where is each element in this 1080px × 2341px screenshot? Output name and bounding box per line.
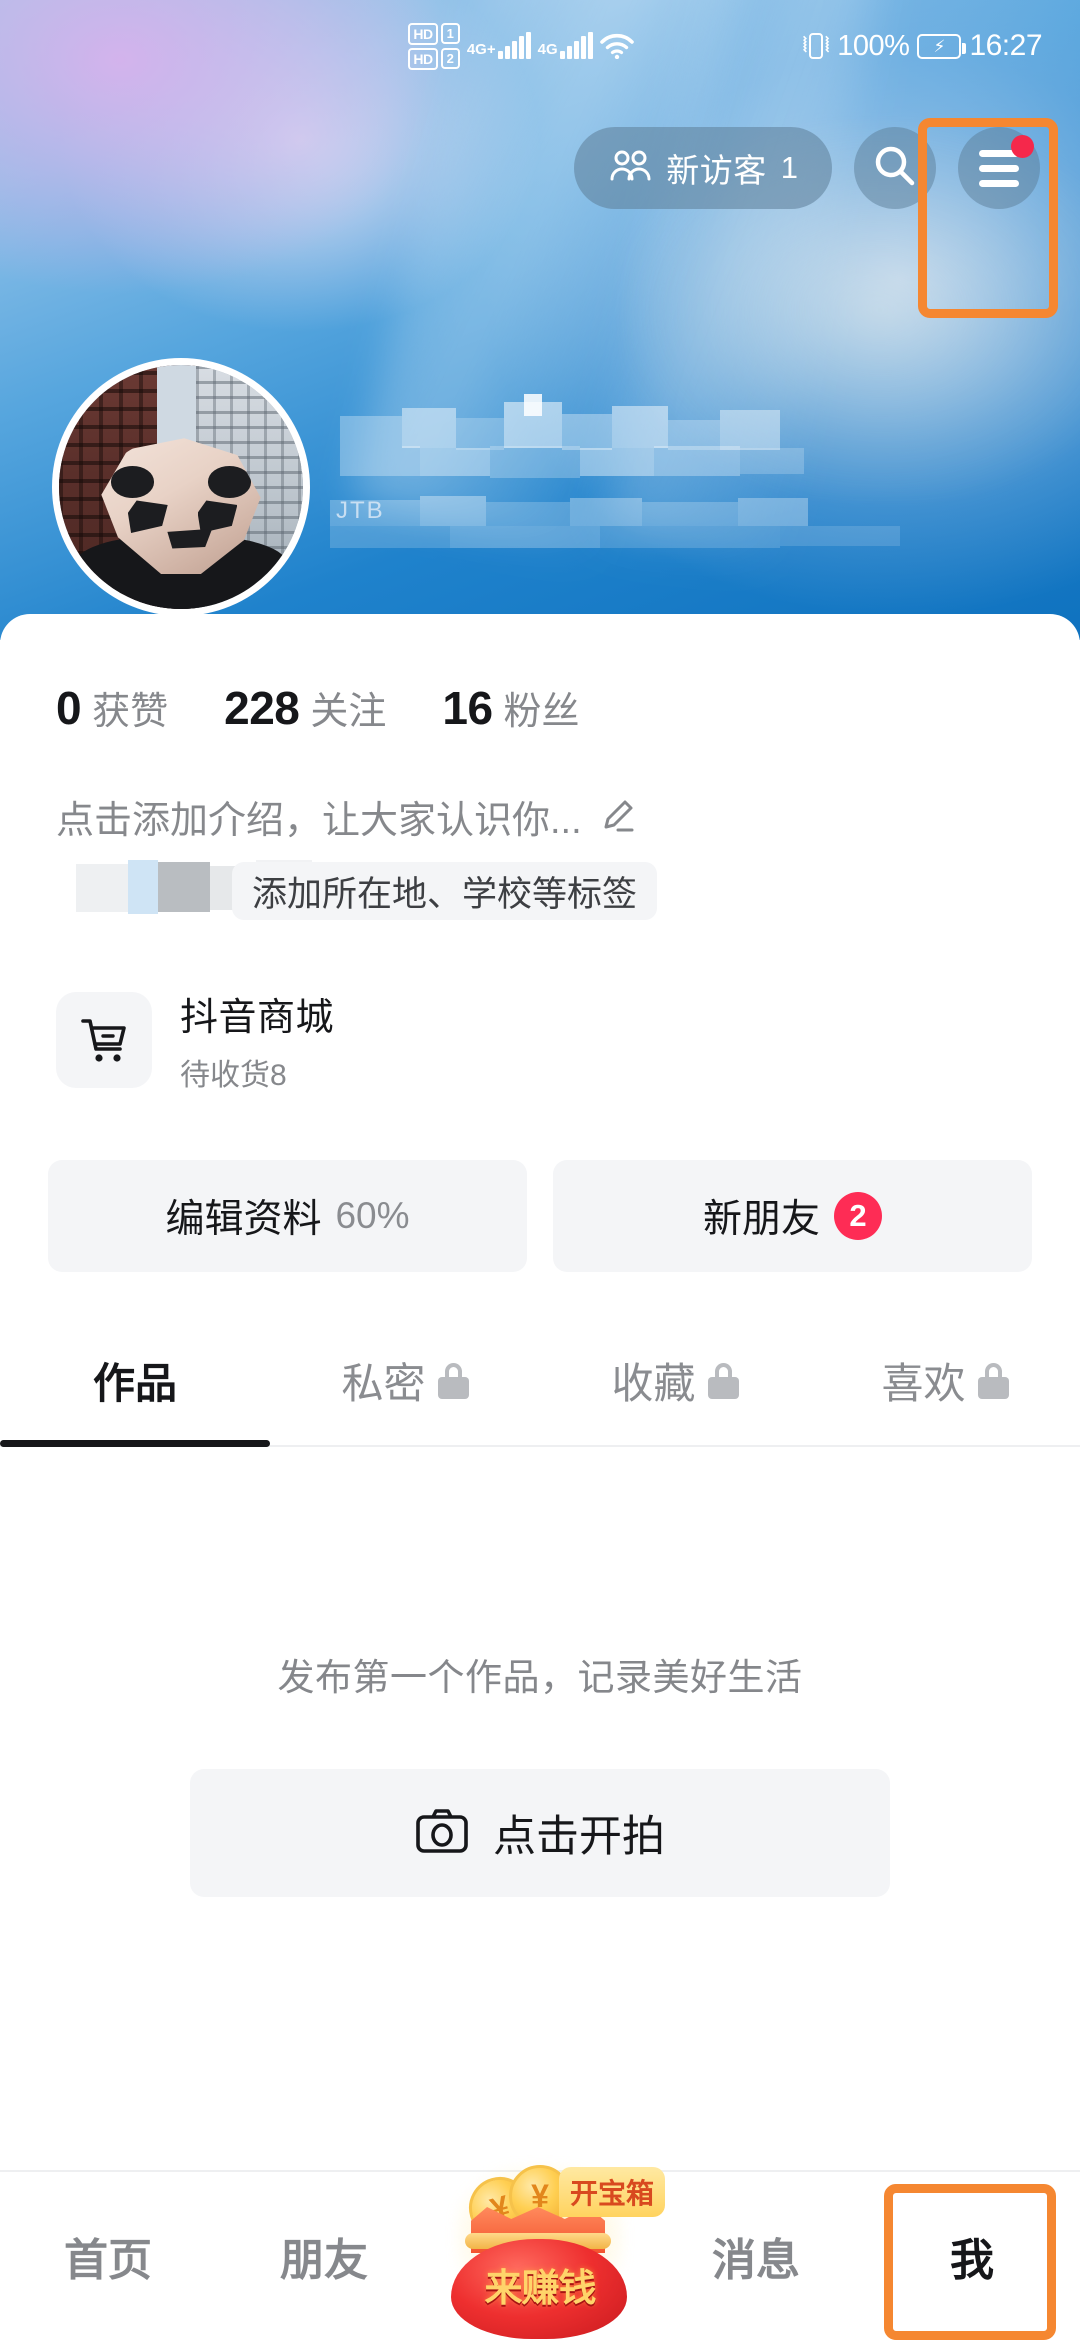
status-bar-clock: 16:27 xyxy=(969,29,1043,62)
user-id-fragment: JTB xyxy=(336,497,385,524)
network-type-sim2: 4G xyxy=(537,41,558,58)
stat-following-label: 关注 xyxy=(310,691,387,733)
search-button[interactable] xyxy=(854,127,936,209)
new-friends-button[interactable]: 新朋友 2 xyxy=(553,1160,1032,1272)
new-visitors-count: 1 xyxy=(780,150,798,185)
search-icon xyxy=(872,143,918,194)
stat-following-value: 228 xyxy=(224,682,300,734)
douyin-mall-subtitle: 待收货8 xyxy=(180,1059,287,1092)
douyin-mall-row[interactable]: 抖音商城 待收货8 xyxy=(0,924,1080,1094)
edit-profile-label: 编辑资料 xyxy=(165,1198,322,1241)
people-icon xyxy=(608,149,652,188)
pencil-icon xyxy=(598,797,638,837)
network-type-sim1: 4G+ xyxy=(466,41,496,58)
new-visitors-button[interactable]: 新访客 1 xyxy=(574,127,832,209)
bio-placeholder-text: 点击添加介绍，让大家认识你... xyxy=(56,800,582,842)
sim2-indicator: 2 xyxy=(440,48,460,69)
username-redacted xyxy=(340,394,900,486)
empty-state: 发布第一个作品，记录美好生活 点击开拍 xyxy=(0,1647,1080,1897)
edit-profile-percent: 60% xyxy=(335,1195,410,1236)
tab-works-label: 作品 xyxy=(92,1360,177,1407)
avatar[interactable] xyxy=(52,358,310,616)
avatar-image xyxy=(59,365,303,609)
tag-placeholder-text: 添加所在地、学校等标签 xyxy=(252,874,638,914)
camera-icon xyxy=(415,1807,469,1860)
tag-placeholder-chip[interactable]: 添加所在地、学校等标签 xyxy=(232,862,658,920)
active-tab-indicator xyxy=(0,1440,270,1447)
tab-likes-label: 喜欢 xyxy=(881,1360,966,1407)
douyin-mall-text: 抖音商城 待收货8 xyxy=(180,986,334,1094)
tab-works[interactable]: 作品 xyxy=(0,1350,270,1445)
profile-stats-row: 0 获赞 228 关注 16 粉丝 xyxy=(0,614,1080,735)
stat-likes-value: 0 xyxy=(56,682,82,734)
nav-item-earn-money[interactable]: ¥ ¥ 来赚钱 开宝箱 xyxy=(432,2165,666,2341)
battery-charging-icon: ⚡ xyxy=(917,33,967,59)
douyin-mall-title: 抖音商城 xyxy=(180,997,335,1039)
new-friends-label: 新朋友 xyxy=(702,1198,820,1241)
nav-item-messages[interactable]: 消息 xyxy=(648,2172,864,2340)
bio-row[interactable]: 点击添加介绍，让大家认识你... xyxy=(0,735,1080,844)
hd2-icon: HD xyxy=(408,47,438,70)
start-shooting-label: 点击开拍 xyxy=(493,1813,665,1861)
stat-fans-label: 粉丝 xyxy=(503,691,580,733)
nav-item-home[interactable]: 首页 xyxy=(0,2172,216,2340)
nav-item-friends[interactable]: 朋友 xyxy=(216,2172,432,2340)
shopping-cart-icon xyxy=(56,992,152,1088)
nav-item-messages-label: 消息 xyxy=(712,2236,800,2285)
hamburger-menu-button[interactable] xyxy=(958,127,1040,209)
profile-content-card: 0 获赞 228 关注 16 粉丝 点击添加介绍，让大家认识你... 添加所在地… xyxy=(0,614,1080,2340)
wifi-icon xyxy=(599,33,634,59)
hamburger-menu-icon xyxy=(979,149,1019,187)
profile-header-actions: 新访客 1 xyxy=(0,118,1080,218)
nav-item-earn-money-label: 来赚钱 xyxy=(484,2268,596,2310)
new-friends-badge: 2 xyxy=(834,1192,882,1240)
hd1-icon: HD xyxy=(408,22,438,45)
stat-following[interactable]: 228 关注 xyxy=(224,680,386,735)
empty-state-message: 发布第一个作品，记录美好生活 xyxy=(277,1657,803,1698)
status-bar-right: ⦚ ⦚ 100% ⚡ 16:27 xyxy=(634,29,1080,63)
bottom-navigation-bar: 首页 朋友 ¥ ¥ 来赚钱 开宝箱 消息 我 xyxy=(0,2165,1080,2341)
user-id-redacted xyxy=(300,494,940,552)
status-bar: HD 1 HD 2 4G+ 4G ⦚ ⦚ 100% ⚡ 16:27 xyxy=(0,0,1080,92)
tab-private[interactable]: 私密 xyxy=(270,1350,540,1445)
stat-fans-value: 16 xyxy=(442,682,493,734)
lock-icon xyxy=(437,1362,469,1399)
hd-voice-indicators: HD 1 HD 2 xyxy=(408,22,460,70)
lock-icon xyxy=(977,1362,1009,1399)
tab-favorites[interactable]: 收藏 xyxy=(540,1350,810,1445)
stat-likes[interactable]: 0 获赞 xyxy=(56,680,168,735)
edit-profile-button[interactable]: 编辑资料 60% xyxy=(48,1160,527,1272)
tab-likes[interactable]: 喜欢 xyxy=(810,1350,1080,1445)
nav-item-me[interactable]: 我 xyxy=(864,2172,1080,2340)
lock-icon xyxy=(707,1362,739,1399)
status-bar-indicators: HD 1 HD 2 4G+ 4G xyxy=(408,22,634,70)
start-shooting-button[interactable]: 点击开拍 xyxy=(190,1769,890,1897)
tag-row[interactable]: 添加所在地、学校等标签 xyxy=(56,860,1080,924)
sim1-indicator: 1 xyxy=(440,23,460,44)
signal-bars-sim2 xyxy=(559,32,593,59)
signal-sim1: 4G+ xyxy=(466,32,531,59)
vibrate-icon: ⦚ ⦚ xyxy=(802,33,830,59)
signal-sim2: 4G xyxy=(537,32,593,59)
battery-percent: 100% xyxy=(837,29,910,62)
tab-private-label: 私密 xyxy=(341,1360,426,1407)
signal-bars-sim1 xyxy=(497,32,531,59)
nav-item-friends-label: 朋友 xyxy=(280,2236,368,2285)
new-visitors-label: 新访客 xyxy=(666,152,767,189)
content-tabs: 作品 私密 收藏 喜欢 xyxy=(0,1350,1080,1447)
nav-item-home-label: 首页 xyxy=(64,2236,152,2285)
money-bag-icon: ¥ ¥ 来赚钱 开宝箱 xyxy=(435,2165,666,2341)
profile-action-buttons: 编辑资料 60% 新朋友 2 xyxy=(0,1094,1080,1272)
stat-likes-label: 获赞 xyxy=(92,691,169,733)
tab-favorites-label: 收藏 xyxy=(611,1360,696,1407)
menu-notification-dot xyxy=(1011,135,1034,158)
stat-fans[interactable]: 16 粉丝 xyxy=(442,680,579,735)
nav-item-me-label: 我 xyxy=(950,2236,994,2285)
